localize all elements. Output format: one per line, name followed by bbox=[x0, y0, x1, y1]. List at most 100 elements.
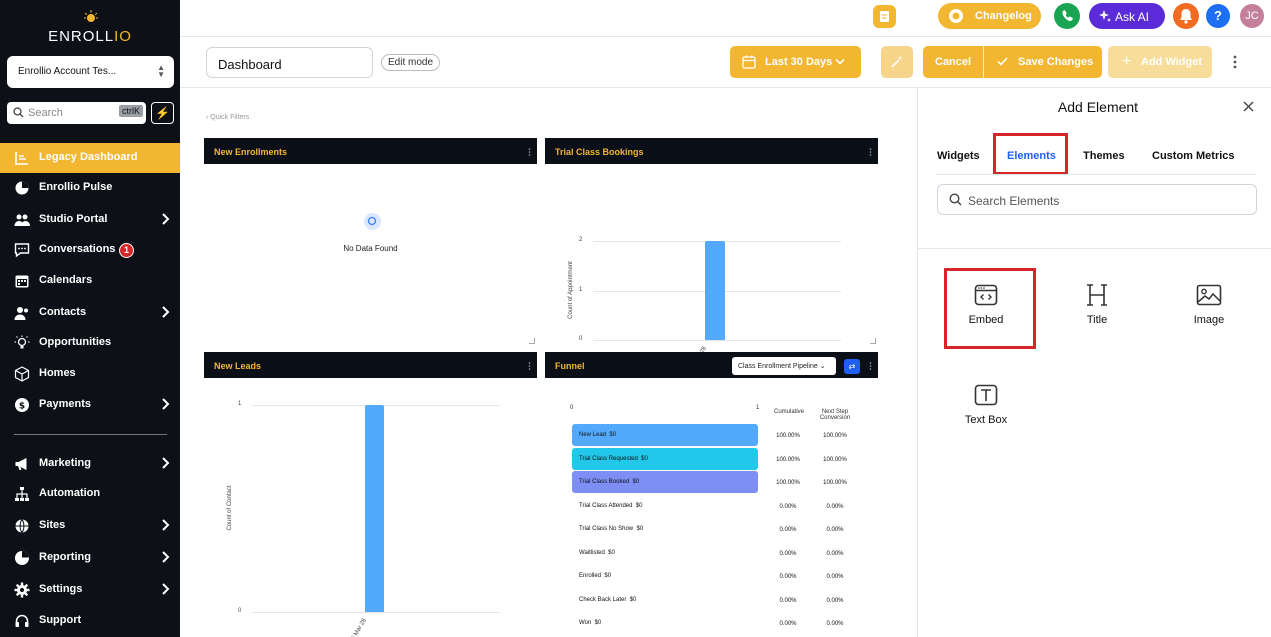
user-avatar[interactable]: JC bbox=[1240, 4, 1264, 28]
quick-filters-toggle[interactable]: ‹ Quick Filters bbox=[206, 114, 249, 121]
sidebar-item-marketing[interactable]: Marketing bbox=[0, 449, 180, 479]
search-placeholder: Search bbox=[28, 107, 63, 119]
add-widget-button[interactable]: + Add Widget bbox=[1108, 46, 1212, 78]
dashboard-name-input[interactable]: Dashboard bbox=[206, 47, 373, 78]
logo[interactable]: ENROLLIO bbox=[0, 8, 180, 48]
sidebar-item-conversations[interactable]: Conversations 1 bbox=[0, 235, 180, 265]
embed-highlight bbox=[944, 268, 1036, 349]
funnel-stage-bar[interactable]: New Lead $0 bbox=[572, 424, 758, 446]
sidebar-item-label: Reporting bbox=[39, 551, 91, 563]
close-icon[interactable] bbox=[1242, 100, 1255, 113]
element-image[interactable]: Image bbox=[1169, 284, 1249, 326]
resize-handle[interactable] bbox=[529, 338, 535, 344]
sidebar-item-studio-portal[interactable]: Studio Portal bbox=[0, 205, 180, 235]
sidebar-item-calendars[interactable]: Calendars bbox=[0, 266, 180, 296]
sidebar-item-enrollio-pulse[interactable]: Enrollio Pulse bbox=[0, 173, 180, 203]
sidebar-item-automation[interactable]: Automation bbox=[0, 479, 180, 509]
sidebar-item-label: Settings bbox=[39, 583, 83, 595]
notifications-button[interactable] bbox=[1173, 3, 1199, 29]
bulb-icon bbox=[14, 335, 30, 349]
widget-menu-icon[interactable] bbox=[869, 361, 872, 371]
ask-ai-button[interactable]: Ask AI bbox=[1089, 3, 1165, 29]
funnel-stage-label: Won $0 bbox=[579, 620, 602, 626]
bar[interactable] bbox=[365, 405, 384, 612]
more-options-icon[interactable] bbox=[1233, 54, 1237, 70]
cancel-button[interactable]: Cancel bbox=[923, 46, 983, 78]
funnel-next-step-value: 0.00% bbox=[826, 503, 844, 510]
chevron-right-icon bbox=[162, 457, 170, 469]
funnel-stage-label: Enrolled $0 bbox=[579, 573, 612, 579]
notes-button[interactable] bbox=[873, 5, 896, 28]
dashboard-toolbar: Dashboard Edit mode Last 30 Days Cancel … bbox=[180, 36, 1271, 88]
sidebar-item-reporting[interactable]: Reporting bbox=[0, 543, 180, 573]
funnel-axis-start: 0 bbox=[570, 405, 574, 411]
help-button[interactable]: ? bbox=[1206, 4, 1230, 28]
chevron-right-icon bbox=[162, 519, 170, 531]
widget-title: New Leads bbox=[204, 352, 537, 378]
sidebar-item-label: Homes bbox=[39, 367, 76, 379]
sidebar-item-label: Contacts bbox=[39, 306, 87, 318]
chevron-right-icon bbox=[162, 583, 170, 595]
sidebar-item-settings[interactable]: Settings bbox=[0, 575, 180, 605]
sidebar-item-legacy-dashboard[interactable]: Legacy Dashboard bbox=[0, 143, 180, 173]
quick-action-button[interactable]: ⚡ bbox=[151, 102, 174, 124]
tab-widgets[interactable]: Widgets bbox=[937, 150, 980, 162]
sidebar-item-sites[interactable]: Sites bbox=[0, 511, 180, 541]
account-switcher[interactable]: Enrollio Account Tes... ▲ ▼ bbox=[7, 56, 174, 88]
funnel-stage-bar[interactable]: Trial Class Requested $0 bbox=[572, 447, 758, 470]
magic-wand-button[interactable] bbox=[881, 46, 913, 78]
chevron-right-icon bbox=[162, 551, 170, 563]
magic-wand-icon bbox=[891, 56, 902, 68]
pipeline-select[interactable]: Class Enrollment Pipeline ⌄ bbox=[732, 357, 836, 375]
widget-menu-icon[interactable] bbox=[528, 147, 531, 157]
widget-menu-icon[interactable] bbox=[869, 147, 872, 157]
no-data-icon bbox=[364, 213, 381, 230]
search-input[interactable]: Search ctrlK bbox=[7, 102, 146, 124]
search-elements-input[interactable]: Search Elements bbox=[937, 184, 1257, 215]
funnel-next-step-value: 0.00% bbox=[826, 597, 844, 604]
save-changes-button[interactable]: Save Changes bbox=[983, 46, 1102, 78]
date-range-button[interactable]: Last 30 Days bbox=[730, 46, 861, 78]
changelog-button[interactable]: Changelog bbox=[938, 3, 1041, 29]
funnel-col-cumulative: Cumulative bbox=[773, 409, 804, 415]
swap-view-button[interactable]: ⇄ bbox=[844, 359, 860, 374]
element-title[interactable]: Title bbox=[1057, 284, 1137, 326]
element-text-box[interactable]: Text Box bbox=[946, 384, 1026, 426]
widget-trial-class-bookings[interactable]: Trial Class Bookings 2 1 0 Count of Appoint… bbox=[545, 138, 878, 372]
widget-menu-icon[interactable] bbox=[528, 361, 531, 371]
sidebar: ENROLLIO Enrollio Account Tes... ▲ ▼ Sear… bbox=[0, 0, 180, 637]
sidebar-item-support[interactable]: Support bbox=[0, 606, 180, 636]
sidebar-item-homes[interactable]: Homes bbox=[0, 359, 180, 389]
panel-separator bbox=[918, 248, 1271, 249]
sidebar-item-label: Support bbox=[39, 614, 82, 626]
tab-themes[interactable]: Themes bbox=[1083, 150, 1125, 162]
bar[interactable] bbox=[705, 241, 725, 340]
elements-tab-highlight bbox=[993, 133, 1068, 175]
phone-button[interactable] bbox=[1054, 3, 1080, 29]
y-tick-label: 0 bbox=[579, 336, 583, 342]
funnel-cumulative-value: 0.00% bbox=[779, 503, 797, 510]
y-tick-label: 1 bbox=[238, 401, 242, 407]
funnel-stage-bar[interactable]: Trial Class Booked $0 bbox=[572, 471, 758, 493]
bolt-icon: ⚡ bbox=[155, 106, 170, 120]
unread-badge: 1 bbox=[119, 243, 134, 258]
funnel-cumulative-value: 100.00% bbox=[776, 456, 800, 463]
sidebar-item-label: Legacy Dashboard bbox=[39, 151, 138, 163]
sidebar-item-contacts[interactable]: Contacts bbox=[0, 298, 180, 328]
pie-chart-icon bbox=[15, 181, 29, 195]
cube-icon bbox=[14, 366, 30, 382]
sidebar-item-opportunities[interactable]: Opportunities bbox=[0, 328, 180, 358]
tab-custom-metrics[interactable]: Custom Metrics bbox=[1152, 150, 1235, 162]
widget-new-leads[interactable]: New Leads 1 0 Count of Contact 25 Mar 28 bbox=[204, 352, 537, 637]
widget-funnel[interactable]: Funnel Class Enrollment Pipeline ⌄ ⇄ 0 1… bbox=[545, 352, 878, 637]
chevron-right-icon bbox=[162, 213, 170, 225]
sidebar-item-label: Payments bbox=[39, 398, 91, 410]
widget-new-enrollments[interactable]: New Enrollments No Data Found bbox=[204, 138, 537, 346]
search-shortcut: ctrlK bbox=[119, 105, 143, 117]
sidebar-item-payments[interactable]: $ Payments bbox=[0, 390, 180, 420]
panel-title: Add Element bbox=[1057, 99, 1139, 115]
resize-handle[interactable] bbox=[870, 338, 876, 344]
image-icon bbox=[1196, 284, 1222, 306]
y-axis-label: Count of Contact bbox=[227, 484, 233, 531]
funnel-next-step-value: 100.00% bbox=[823, 480, 847, 486]
